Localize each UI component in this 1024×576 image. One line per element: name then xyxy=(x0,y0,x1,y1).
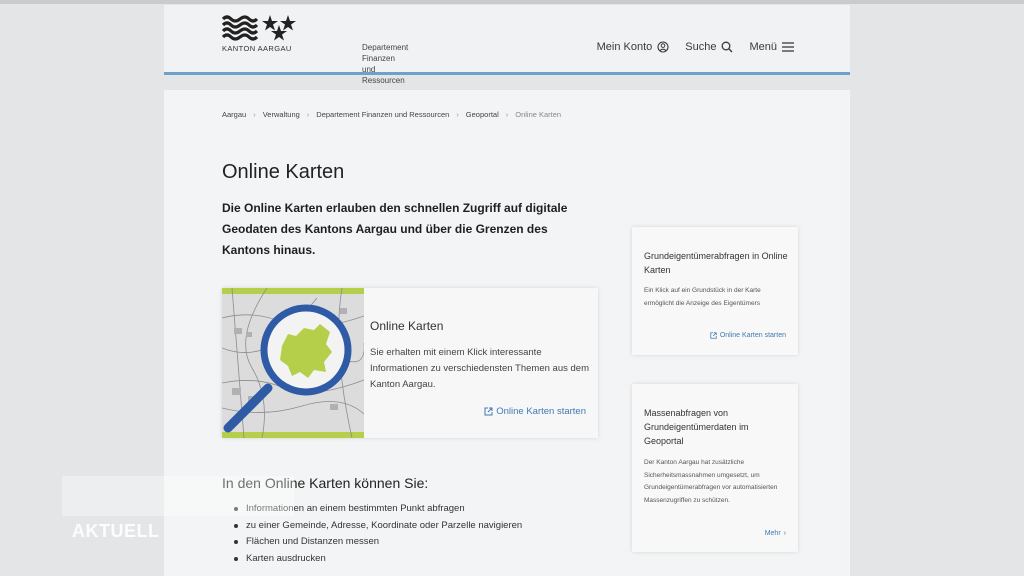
side-card-title: Grundeigentümerabfragen in Online Karten xyxy=(644,251,788,275)
list-item: zu einer Gemeinde, Adresse, Koordinate o… xyxy=(234,520,522,537)
account-label: Mein Konto xyxy=(596,41,653,53)
side-card-link-label: Online Karten starten xyxy=(719,332,786,339)
page-title: Online Karten xyxy=(222,161,345,183)
side-card-title: Massenabfragen von Grundeigentümerdaten … xyxy=(644,408,749,446)
logo-text: KANTON AARGAU xyxy=(222,44,292,53)
side-card-more-link[interactable]: Mehr › xyxy=(765,530,786,537)
search-icon xyxy=(722,41,733,53)
list-item: Flächen und Distanzen messen xyxy=(234,536,522,553)
breadcrumb-separator-icon: › xyxy=(505,110,509,119)
side-card-start-link[interactable]: Online Karten starten xyxy=(710,332,786,339)
list-item: Karten ausdrucken xyxy=(234,553,522,570)
side-card-mass-query: Massenabfragen von Grundeigentümerdaten … xyxy=(632,384,798,552)
breadcrumb-item[interactable]: Aargau xyxy=(222,110,246,119)
external-link-icon xyxy=(484,407,493,416)
breadcrumb-item[interactable]: Departement Finanzen und Ressourcen xyxy=(316,110,449,119)
department-name: Departement Finanzen und Ressourcen xyxy=(362,42,408,86)
search-label: Suche xyxy=(685,41,717,53)
site-header: KANTON AARGAU Departement Finanzen und R… xyxy=(164,5,850,85)
chevron-right-icon: › xyxy=(783,530,786,537)
department-line-1: Departement xyxy=(362,43,409,52)
feature-title: Online Karten xyxy=(370,319,444,333)
account-link[interactable]: Mein Konto xyxy=(597,41,670,53)
breadcrumb-separator-icon: › xyxy=(253,110,256,119)
hamburger-icon xyxy=(782,42,794,52)
side-card-owner-query: Grundeigentümerabfragen in Online Karten… xyxy=(632,227,798,355)
map-magnifier-image xyxy=(222,288,364,438)
external-link-icon xyxy=(710,332,717,339)
broadcast-label: AKTUELL xyxy=(72,521,160,541)
waves-emblem-icon xyxy=(222,15,258,41)
menu-button[interactable]: Menü xyxy=(749,41,794,53)
side-card-link-label: Mehr xyxy=(764,530,781,537)
feature-card: Online Karten Sie erhalten mit einem Kli… xyxy=(222,288,598,438)
broadcast-overlay-box xyxy=(62,476,294,516)
intro-text: Die Online Karten erlauben den schnellen… xyxy=(222,201,568,257)
breadcrumb: Aargau › Verwaltung › Departement Finanz… xyxy=(222,110,561,119)
top-edge xyxy=(0,0,1024,4)
account-icon xyxy=(657,41,669,53)
breadcrumb-current: Online Karten xyxy=(515,110,562,119)
search-link[interactable]: Suche xyxy=(685,41,733,53)
breadcrumb-item[interactable]: Verwaltung xyxy=(263,110,300,119)
stars-emblem-icon xyxy=(262,15,296,41)
side-card-text: Der Kanton Aargau hat zusätzliche Sicher… xyxy=(644,459,778,504)
breadcrumb-separator-icon: › xyxy=(306,110,310,119)
header-nav: Mein Konto Suche Menü xyxy=(597,41,794,53)
start-online-maps-link[interactable]: Online Karten starten xyxy=(484,406,586,417)
menu-label: Menü xyxy=(749,41,777,53)
department-line-2: Finanzen und Ressourcen xyxy=(362,54,405,85)
start-online-maps-label: Online Karten starten xyxy=(496,406,586,417)
feature-text: Sie erhalten mit einem Klick interessant… xyxy=(370,347,589,390)
breadcrumb-separator-icon: › xyxy=(456,110,459,119)
side-card-text: Ein Klick auf ein Grundstück in der Kart… xyxy=(644,287,761,307)
breadcrumb-item[interactable]: Geoportal xyxy=(466,110,499,119)
